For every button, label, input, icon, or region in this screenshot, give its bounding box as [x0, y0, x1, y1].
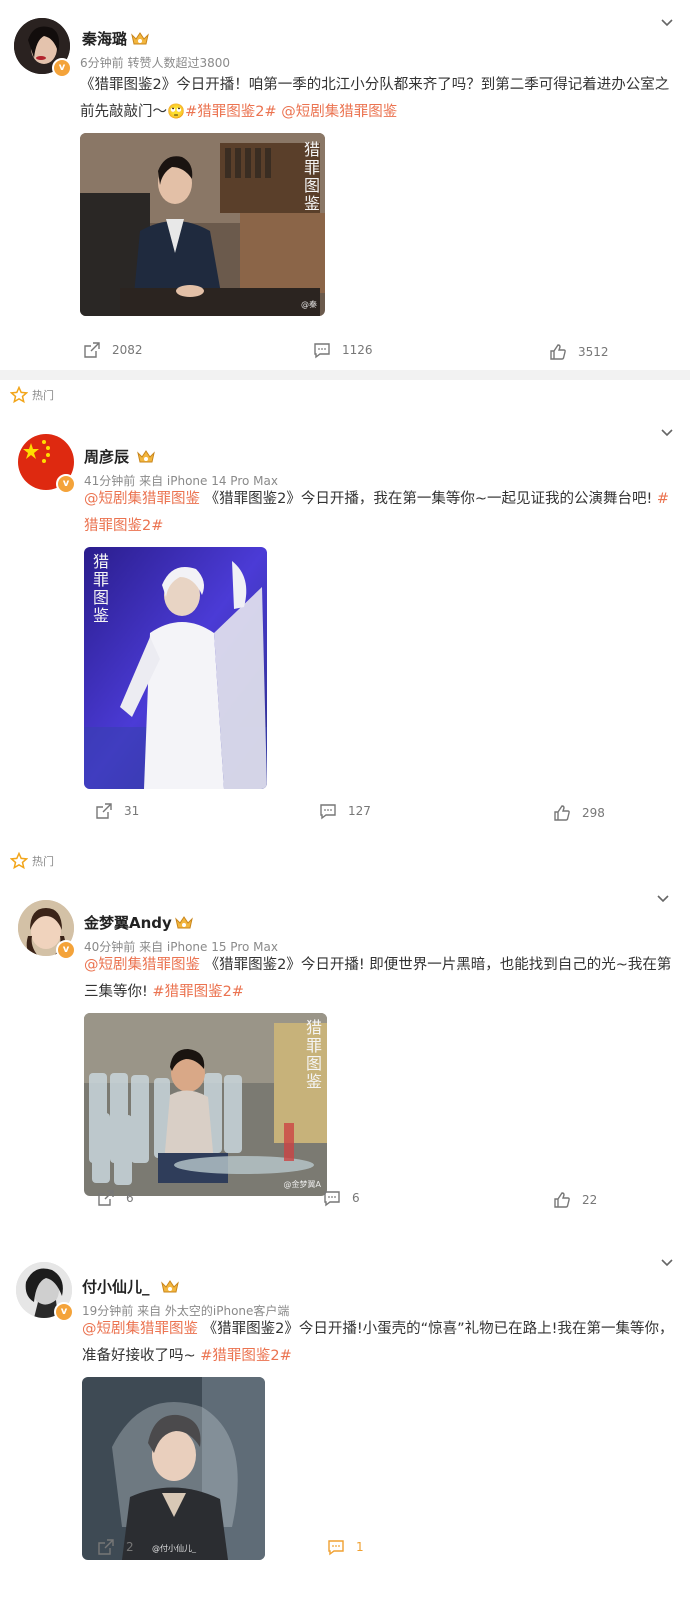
like-count: 298 [582, 806, 605, 820]
post-text: @短剧集猎罪图鉴 《猎罪图鉴2》今日开播!小蛋壳的“惊喜”礼物已在路上!我在第一… [82, 1316, 674, 1370]
crown-icon [175, 916, 193, 929]
image-watermark: @金梦翼A [283, 1180, 321, 1189]
username[interactable]: 金梦翼Andy [84, 912, 172, 933]
image-title-overlay: 猎罪图鉴 [303, 1019, 322, 1091]
mention-link[interactable]: @短剧集猎罪图鉴 [281, 104, 397, 120]
comment-button[interactable]: 127 [318, 801, 371, 821]
like-button[interactable]: 3512 [548, 342, 609, 362]
comment-count: 1 [356, 1540, 364, 1554]
like-icon [554, 1192, 570, 1208]
comment-count: 1126 [342, 343, 373, 357]
mention-link[interactable]: @短剧集猎罪图鉴 [84, 491, 200, 507]
like-count: 22 [582, 1193, 598, 1207]
repost-button[interactable]: 31 [94, 801, 139, 821]
mention-link[interactable]: @短剧集猎罪图鉴 [82, 1321, 198, 1337]
crown-icon [131, 32, 149, 45]
verified-badge: v [56, 940, 76, 960]
repost-button[interactable]: 6 [96, 1188, 134, 1208]
like-button[interactable]: 22 [552, 1190, 597, 1210]
crown-icon [137, 450, 155, 463]
weibo-post: v 秦海璐 6分钟前 转赞人数超过3800 《猎罪图鉴2》今日开播！咱第一季的北… [0, 0, 690, 360]
repost-count: 31 [124, 804, 140, 818]
repost-icon [98, 1539, 114, 1555]
verified-badge: v [54, 1302, 74, 1322]
hashtag-link[interactable]: #猎罪图鉴2# [152, 984, 244, 1000]
comment-icon [320, 804, 336, 820]
chevron-down-icon[interactable] [660, 426, 674, 440]
username[interactable]: 付小仙儿_ [82, 1276, 150, 1297]
image-watermark: @秦 [301, 300, 317, 309]
weibo-post: v 金梦翼Andy 40分钟前 来自 iPhone 15 Pro Max @短剧… [0, 886, 690, 1246]
username[interactable]: 周彦辰 [84, 446, 129, 467]
hot-label: 热门 [10, 386, 54, 404]
hot-text: 热门 [32, 855, 54, 868]
repost-icon [84, 342, 100, 358]
image-title-overlay: 猎罪图鉴 [301, 141, 320, 213]
repost-button[interactable]: 2 [96, 1537, 134, 1557]
comment-icon [314, 343, 330, 359]
comment-icon [324, 1191, 340, 1207]
chevron-down-icon[interactable] [656, 892, 670, 906]
star-icon [10, 386, 28, 404]
hashtag-link[interactable]: #猎罪图鉴2# [185, 104, 277, 120]
hot-label: 热门 [10, 852, 54, 870]
comment-count: 6 [352, 1191, 360, 1205]
comment-button[interactable]: 1126 [312, 340, 373, 360]
verified-badge: v [56, 474, 76, 494]
verified-badge: v [52, 58, 72, 78]
comment-button[interactable]: 1 [326, 1537, 364, 1557]
post-text-segment: 《猎罪图鉴2》今日开播，我在第一集等你~一起见证我的公演舞台吧! [200, 491, 657, 507]
post-divider [0, 370, 690, 380]
like-button[interactable]: 298 [552, 803, 605, 823]
repost-button[interactable]: 2082 [82, 340, 143, 360]
mention-link[interactable]: @短剧集猎罪图鉴 [84, 957, 200, 973]
repost-count: 2082 [112, 343, 143, 357]
username[interactable]: 秦海璐 [82, 28, 127, 49]
post-meta: 6分钟前 转赞人数超过3800 [80, 56, 230, 70]
repost-icon [98, 1190, 114, 1206]
post-image[interactable]: 猎罪图鉴 @金梦翼A [84, 1013, 327, 1196]
hot-text: 热门 [32, 389, 54, 402]
like-icon [550, 344, 566, 360]
repost-icon [96, 803, 112, 819]
hashtag-link[interactable]: #猎罪图鉴2# [200, 1348, 292, 1364]
post-image[interactable]: 猎罪图鉴 @秦 [80, 133, 325, 316]
like-count: 3512 [578, 345, 609, 359]
post-image[interactable]: 猎罪图鉴 [84, 547, 267, 789]
chevron-down-icon[interactable] [660, 1256, 674, 1270]
like-icon [554, 805, 570, 821]
comment-count: 127 [348, 804, 371, 818]
post-text-segment: 🙄 [167, 104, 186, 120]
weibo-post: v 付小仙儿_ 19分钟前 来自 外太空的iPhone客户端 @短剧集猎罪图鉴 … [0, 1250, 690, 1611]
star-icon [10, 852, 28, 870]
post-text: 《猎罪图鉴2》今日开播！咱第一季的北江小分队都来齐了吗？到第二季可得记着进办公室… [80, 72, 675, 126]
image-watermark: @付小仙儿_ [152, 1544, 196, 1553]
crown-icon [161, 1280, 179, 1293]
repost-count: 6 [126, 1191, 134, 1205]
comment-button[interactable]: 6 [322, 1188, 360, 1208]
repost-count: 2 [126, 1540, 134, 1554]
comment-icon [328, 1540, 344, 1556]
weibo-post: v 周彦辰 41分钟前 来自 iPhone 14 Pro Max @短剧集猎罪图… [0, 420, 690, 860]
post-image[interactable]: @付小仙儿_ [82, 1377, 265, 1560]
post-text: @短剧集猎罪图鉴 《猎罪图鉴2》今日开播，我在第一集等你~一起见证我的公演舞台吧… [84, 486, 674, 540]
post-text: @短剧集猎罪图鉴 《猎罪图鉴2》今日开播! 即便世界一片黑暗，也能找到自己的光~… [84, 952, 674, 1006]
image-title-overlay: 猎罪图鉴 [90, 553, 109, 625]
chevron-down-icon[interactable] [660, 16, 674, 30]
